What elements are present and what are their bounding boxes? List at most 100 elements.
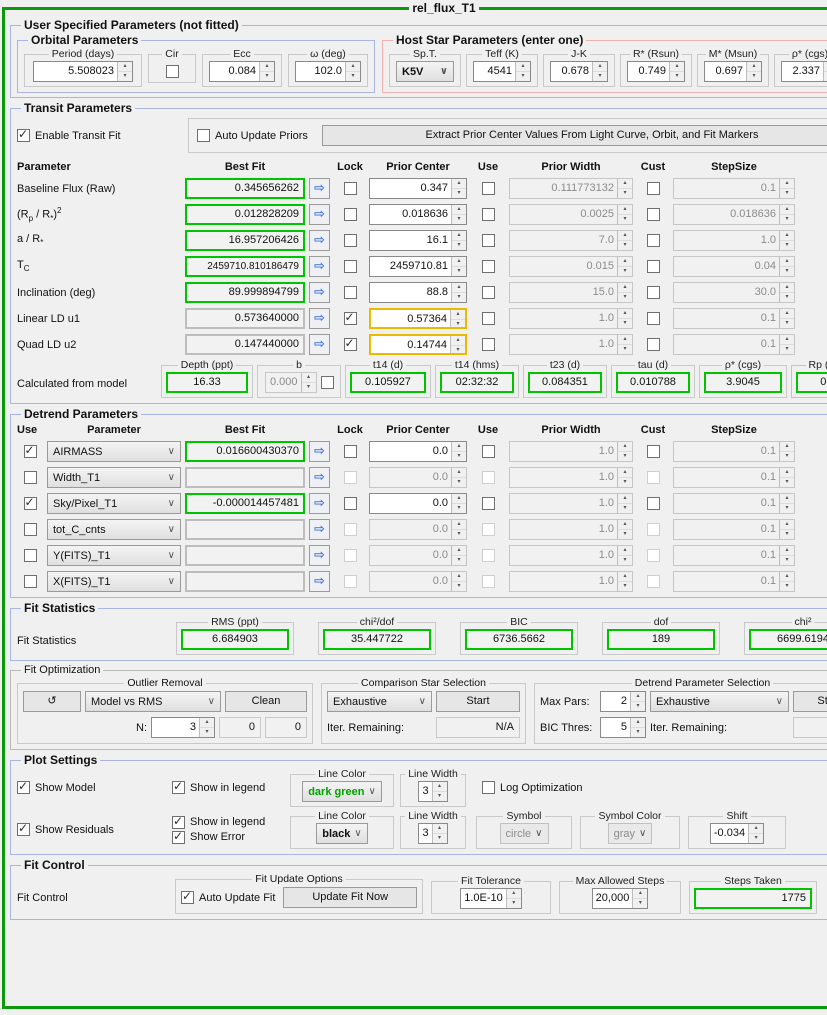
cust-checkbox[interactable] [647, 286, 660, 299]
transfer-arrow-button[interactable]: ⇨ [309, 519, 330, 540]
period-spinner[interactable]: 5.508023▴▾ [33, 61, 133, 82]
stepsize-spinner[interactable]: 1.0▴▾ [673, 230, 795, 251]
spinner-arrows-icon[interactable]: ▴▾ [746, 62, 761, 81]
prior-center-spinner[interactable]: 2459710.81▴▾ [369, 256, 467, 277]
spinner-arrows-icon[interactable]: ▴▾ [779, 442, 794, 461]
spinner-arrows-icon[interactable]: ▴▾ [779, 205, 794, 224]
spt-dropdown[interactable]: K5V∨ [396, 61, 454, 82]
spinner-arrows-icon[interactable]: ▴▾ [617, 572, 632, 591]
spinner-arrows-icon[interactable]: ▴▾ [451, 572, 466, 591]
b-checkbox[interactable] [321, 376, 334, 389]
spinner-arrows-icon[interactable]: ▴▾ [617, 442, 632, 461]
resid-line-color-dropdown[interactable]: black∨ [316, 823, 367, 844]
use-detrend-checkbox[interactable] [24, 445, 37, 458]
auto-update-fit-checkbox[interactable] [181, 891, 194, 904]
spinner-arrows-icon[interactable]: ▴▾ [630, 692, 645, 711]
spinner-arrows-icon[interactable]: ▴▾ [450, 310, 465, 327]
spinner-arrows-icon[interactable]: ▴▾ [617, 468, 632, 487]
prior-center-spinner[interactable]: 0.14744▴▾ [369, 334, 467, 355]
lock-checkbox[interactable] [344, 182, 357, 195]
detrend-param-dropdown[interactable]: Width_T1∨ [47, 467, 181, 488]
prior-width-spinner[interactable]: 1.0▴▾ [509, 467, 633, 488]
prior-width-spinner[interactable]: 1.0▴▾ [509, 571, 633, 592]
detrend-param-dropdown[interactable]: AIRMASS∨ [47, 441, 181, 462]
spinner-arrows-icon[interactable]: ▴▾ [617, 309, 632, 328]
prior-center-spinner[interactable]: 16.1▴▾ [369, 230, 467, 251]
stepsize-spinner[interactable]: 30.0▴▾ [673, 282, 795, 303]
spinner-arrows-icon[interactable]: ▴▾ [617, 179, 632, 198]
prior-width-spinner[interactable]: 0.0025▴▾ [509, 204, 633, 225]
transfer-arrow-button[interactable]: ⇨ [309, 256, 330, 277]
clean-button[interactable]: Clean [225, 691, 307, 712]
spinner-arrows-icon[interactable]: ▴▾ [451, 468, 466, 487]
model-line-color-dropdown[interactable]: dark green∨ [302, 781, 382, 802]
lock-checkbox[interactable] [344, 497, 357, 510]
stepsize-spinner[interactable]: 0.1▴▾ [673, 571, 795, 592]
use-detrend-checkbox[interactable] [24, 497, 37, 510]
cir-checkbox[interactable] [166, 65, 179, 78]
spinner-arrows-icon[interactable]: ▴▾ [823, 62, 827, 81]
show-error-checkbox[interactable] [172, 831, 185, 844]
spinner-arrows-icon[interactable]: ▴▾ [617, 205, 632, 224]
cust-checkbox[interactable] [647, 312, 660, 325]
spinner-arrows-icon[interactable]: ▴▾ [617, 520, 632, 539]
stepsize-spinner[interactable]: 0.1▴▾ [673, 334, 795, 355]
spinner-arrows-icon[interactable]: ▴▾ [779, 494, 794, 513]
prior-center-spinner[interactable]: 0.0▴▾ [369, 493, 467, 514]
shift-spinner[interactable]: -0.034▴▾ [710, 823, 764, 844]
spinner-arrows-icon[interactable]: ▴▾ [451, 494, 466, 513]
use-detrend-checkbox[interactable] [24, 471, 37, 484]
spinner-arrows-icon[interactable]: ▴▾ [779, 283, 794, 302]
prior-center-spinner[interactable]: 0.0▴▾ [369, 467, 467, 488]
stepsize-spinner[interactable]: 0.1▴▾ [673, 493, 795, 514]
enable-transit-fit-checkbox[interactable] [17, 129, 30, 142]
transfer-arrow-button[interactable]: ⇨ [309, 282, 330, 303]
spinner-arrows-icon[interactable]: ▴▾ [117, 62, 132, 81]
stepsize-spinner[interactable]: 0.1▴▾ [673, 308, 795, 329]
use-checkbox[interactable] [482, 286, 495, 299]
use-detrend-checkbox[interactable] [24, 575, 37, 588]
prior-width-spinner[interactable]: 0.111773132▴▾ [509, 178, 633, 199]
transfer-arrow-button[interactable]: ⇨ [309, 308, 330, 329]
update-fit-now-button[interactable]: Update Fit Now [283, 887, 417, 908]
prior-width-spinner[interactable]: 1.0▴▾ [509, 519, 633, 540]
prior-width-spinner[interactable]: 1.0▴▾ [509, 545, 633, 566]
use-prior-checkbox[interactable] [482, 497, 495, 510]
cust-checkbox[interactable] [647, 497, 660, 510]
stepsize-spinner[interactable]: 0.1▴▾ [673, 178, 795, 199]
use-checkbox[interactable] [482, 208, 495, 221]
spinner-arrows-icon[interactable]: ▴▾ [592, 62, 607, 81]
log-optimization-checkbox[interactable] [482, 781, 495, 794]
transfer-arrow-button[interactable]: ⇨ [309, 571, 330, 592]
spinner-arrows-icon[interactable]: ▴▾ [617, 231, 632, 250]
bic-thres-spinner[interactable]: 5▴▾ [600, 717, 646, 738]
spinner-arrows-icon[interactable]: ▴▾ [779, 520, 794, 539]
lock-checkbox[interactable] [344, 338, 357, 351]
spinner-arrows-icon[interactable]: ▴▾ [617, 335, 632, 354]
use-prior-checkbox[interactable] [482, 445, 495, 458]
transfer-arrow-button[interactable]: ⇨ [309, 178, 330, 199]
spinner-arrows-icon[interactable]: ▴▾ [779, 546, 794, 565]
detrend-mode-dropdown[interactable]: Exhaustive∨ [650, 691, 789, 712]
auto-update-priors-checkbox[interactable] [197, 129, 210, 142]
lock-checkbox[interactable] [344, 312, 357, 325]
prior-center-spinner[interactable]: 0.018636▴▾ [369, 204, 467, 225]
b-spinner[interactable]: 0.000▴▾ [265, 372, 317, 393]
use-checkbox[interactable] [482, 312, 495, 325]
undo-button[interactable]: ↺ [23, 691, 81, 712]
detrend-param-dropdown[interactable]: Sky/Pixel_T1∨ [47, 493, 181, 514]
spinner-arrows-icon[interactable]: ▴▾ [451, 179, 466, 198]
transfer-arrow-button[interactable]: ⇨ [309, 230, 330, 251]
spinner-arrows-icon[interactable]: ▴▾ [630, 718, 645, 737]
cust-checkbox[interactable] [647, 182, 660, 195]
prior-center-spinner[interactable]: 0.0▴▾ [369, 441, 467, 462]
stepsize-spinner[interactable]: 0.1▴▾ [673, 519, 795, 540]
use-detrend-checkbox[interactable] [24, 523, 37, 536]
use-checkbox[interactable] [482, 260, 495, 273]
spinner-arrows-icon[interactable]: ▴▾ [432, 782, 447, 801]
stepsize-spinner[interactable]: 0.1▴▾ [673, 467, 795, 488]
stepsize-spinner[interactable]: 0.1▴▾ [673, 545, 795, 566]
prior-width-spinner[interactable]: 15.0▴▾ [509, 282, 633, 303]
omega-spinner[interactable]: 102.0▴▾ [295, 61, 361, 82]
lock-checkbox[interactable] [344, 445, 357, 458]
